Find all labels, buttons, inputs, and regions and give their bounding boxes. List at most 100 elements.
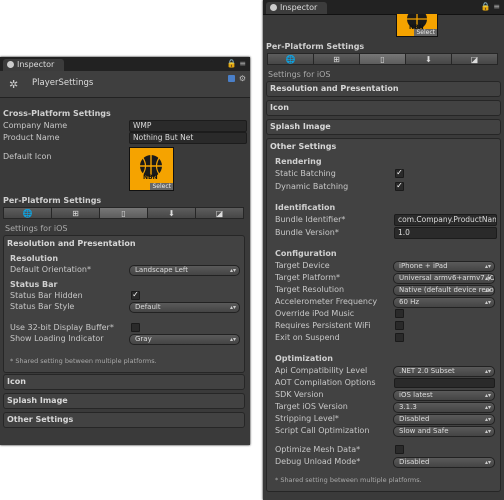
resolution-subheader: Resolution xyxy=(10,254,59,263)
loading-indicator-dropdown[interactable]: Gray ▴▾ xyxy=(129,334,240,345)
bundle-identifier-label: Bundle Identifier* xyxy=(275,215,346,224)
accelerometer-label: Accelerometer Frequency xyxy=(275,297,378,306)
default-orientation-dropdown[interactable]: Landscape Left ▴▾ xyxy=(129,265,240,276)
target-platform-label: Target Platform* xyxy=(275,273,341,282)
dropdown-arrow-icon: ▴▾ xyxy=(484,368,491,375)
sdk-version-dropdown[interactable]: iOS latest ▴▾ xyxy=(393,390,495,401)
right-icon-section[interactable]: Icon xyxy=(266,100,501,116)
platform-tabs: 🌐 ⊞ ▯ ⬇ ◪ xyxy=(3,207,244,219)
web-platform-tab[interactable]: 🌐 xyxy=(267,53,314,65)
ios-platform-tab[interactable]: ▯ xyxy=(359,53,406,65)
right-splash-section[interactable]: Splash Image xyxy=(266,119,501,135)
optimize-mesh-checkbox[interactable] xyxy=(395,445,404,454)
target-platform-dropdown[interactable]: Universal armv6+armv7 (Opti ▴▾ xyxy=(393,273,495,284)
icon-section[interactable]: Icon xyxy=(3,374,245,390)
dropdown-arrow-icon: ▴▾ xyxy=(484,287,491,294)
splash-section-title: Splash Image xyxy=(7,396,68,405)
info-icon xyxy=(270,4,277,11)
android-platform-tab[interactable]: ⬇ xyxy=(147,207,196,219)
dropdown-arrow-icon: ▴▾ xyxy=(229,336,236,343)
override-ipod-checkbox[interactable] xyxy=(395,309,404,318)
default-orientation-value: Landscape Left xyxy=(135,266,188,274)
accelerometer-dropdown[interactable]: 60 Hz ▴▾ xyxy=(393,297,495,308)
iphone-icon: ▯ xyxy=(380,54,385,64)
left-tab-bar: Inspector 🔒 ≡ xyxy=(0,57,250,72)
lock-menu-icon[interactable]: 🔒 ≡ xyxy=(481,2,500,11)
persistent-wifi-checkbox[interactable] xyxy=(395,321,404,330)
override-ipod-label: Override iPod Music xyxy=(275,309,355,318)
icon-section-title: Icon xyxy=(7,377,26,386)
right-icon-preview[interactable]: NBN Select xyxy=(396,14,438,37)
icon-select-button[interactable]: Select xyxy=(150,183,173,190)
splash-section[interactable]: Splash Image xyxy=(3,393,245,409)
standalone-platform-tab[interactable]: ⊞ xyxy=(51,207,100,219)
static-batching-checkbox[interactable]: ✓ xyxy=(395,169,404,178)
page-title: PlayerSettings xyxy=(32,78,94,88)
settings-for-label: Settings for iOS xyxy=(5,224,68,233)
api-compat-label: Api Compatibility Level xyxy=(275,366,368,375)
bundle-version-field[interactable]: 1.0 xyxy=(394,227,497,239)
stripping-level-label: Stripping Level* xyxy=(275,414,339,423)
resolution-section: Resolution and Presentation Resolution D… xyxy=(3,235,245,373)
target-ios-dropdown[interactable]: 3.1.3 ▴▾ xyxy=(393,402,495,413)
help-icon[interactable] xyxy=(228,75,235,82)
product-name-field[interactable]: Nothing But Net xyxy=(129,132,247,144)
right-per-platform-header: Per-Platform Settings xyxy=(266,42,365,51)
optimization-subheader: Optimization xyxy=(275,354,333,363)
target-device-dropdown[interactable]: iPhone + iPad ▴▾ xyxy=(393,261,495,272)
settings-gear-icon[interactable]: ⚙ xyxy=(239,74,246,83)
exit-on-suspend-checkbox[interactable] xyxy=(395,333,404,342)
company-name-field[interactable]: WMP xyxy=(129,120,247,132)
script-call-dropdown[interactable]: Slow and Safe ▴▾ xyxy=(393,426,495,437)
dropdown-arrow-icon: ▴▾ xyxy=(484,428,491,435)
right-resolution-section[interactable]: Resolution and Presentation xyxy=(266,81,501,97)
target-platform-value: Universal armv6+armv7 (Opti xyxy=(399,274,495,282)
lock-menu-icon[interactable]: 🔒 ≡ xyxy=(227,59,246,68)
script-call-value: Slow and Safe xyxy=(399,427,449,435)
cross-platform-header: Cross-Platform Settings xyxy=(3,109,111,118)
status-bar-style-dropdown[interactable]: Default ▴▾ xyxy=(129,302,240,313)
default-icon-slot[interactable]: NBN Select xyxy=(129,147,174,191)
standalone-platform-tab[interactable]: ⊞ xyxy=(313,53,360,65)
aot-options-label: AOT Compilation Options xyxy=(275,378,376,387)
android-icon: ⬇ xyxy=(425,54,432,64)
aot-options-field[interactable] xyxy=(394,378,495,388)
optimize-mesh-label: Optimize Mesh Data* xyxy=(275,445,361,454)
resolution-section-title[interactable]: Resolution and Presentation xyxy=(7,239,136,248)
left-inspector-tab[interactable]: Inspector xyxy=(3,59,65,71)
other-settings-title[interactable]: Other Settings xyxy=(270,142,336,151)
dynamic-batching-checkbox[interactable]: ✓ xyxy=(395,182,404,191)
debug-unload-dropdown[interactable]: Disabled ▴▾ xyxy=(393,457,495,468)
bundle-version-label: Bundle Version* xyxy=(275,228,339,237)
other-settings-section[interactable]: Other Settings xyxy=(3,412,245,428)
product-name-label: Product Name xyxy=(3,133,60,142)
stripping-level-dropdown[interactable]: Disabled ▴▾ xyxy=(393,414,495,425)
default-orientation-label: Default Orientation* xyxy=(10,265,91,274)
dropdown-arrow-icon: ▴▾ xyxy=(484,263,491,270)
shared-setting-note: * Shared setting between multiple platfo… xyxy=(10,357,157,365)
dropdown-arrow-icon: ▴▾ xyxy=(484,392,491,399)
default-icon-label: Default Icon xyxy=(3,152,52,161)
web-platform-tab[interactable]: 🌐 xyxy=(3,207,52,219)
dropdown-arrow-icon: ▴▾ xyxy=(229,267,236,274)
target-device-value: iPhone + iPad xyxy=(399,262,448,270)
api-compat-dropdown[interactable]: .NET 2.0 Subset ▴▾ xyxy=(393,366,495,377)
right-inspector-tab[interactable]: Inspector xyxy=(266,2,328,14)
flash-icon: ◪ xyxy=(470,54,479,64)
display-buffer-checkbox[interactable] xyxy=(131,323,140,332)
target-resolution-dropdown[interactable]: Native (default device resolu ▴▾ xyxy=(393,285,495,296)
ios-platform-tab[interactable]: ▯ xyxy=(99,207,148,219)
status-bar-hidden-checkbox[interactable]: ✓ xyxy=(131,291,140,300)
android-platform-tab[interactable]: ⬇ xyxy=(405,53,452,65)
right-icon-section-title: Icon xyxy=(270,103,289,112)
bundle-identifier-field[interactable]: com.Company.ProductNam xyxy=(394,214,497,226)
right-inspector-panel: Inspector 🔒 ≡ NBN Select Per-Platform Se… xyxy=(263,0,504,500)
dropdown-arrow-icon: ▴▾ xyxy=(484,275,491,282)
globe-icon: 🌐 xyxy=(285,54,296,64)
target-device-label: Target Device xyxy=(275,261,330,270)
dropdown-arrow-icon: ▴▾ xyxy=(484,416,491,423)
standalone-icon: ⊞ xyxy=(333,54,340,64)
icon-select-button[interactable]: Select xyxy=(414,29,437,36)
flash-platform-tab[interactable]: ◪ xyxy=(451,53,498,65)
flash-platform-tab[interactable]: ◪ xyxy=(195,207,244,219)
